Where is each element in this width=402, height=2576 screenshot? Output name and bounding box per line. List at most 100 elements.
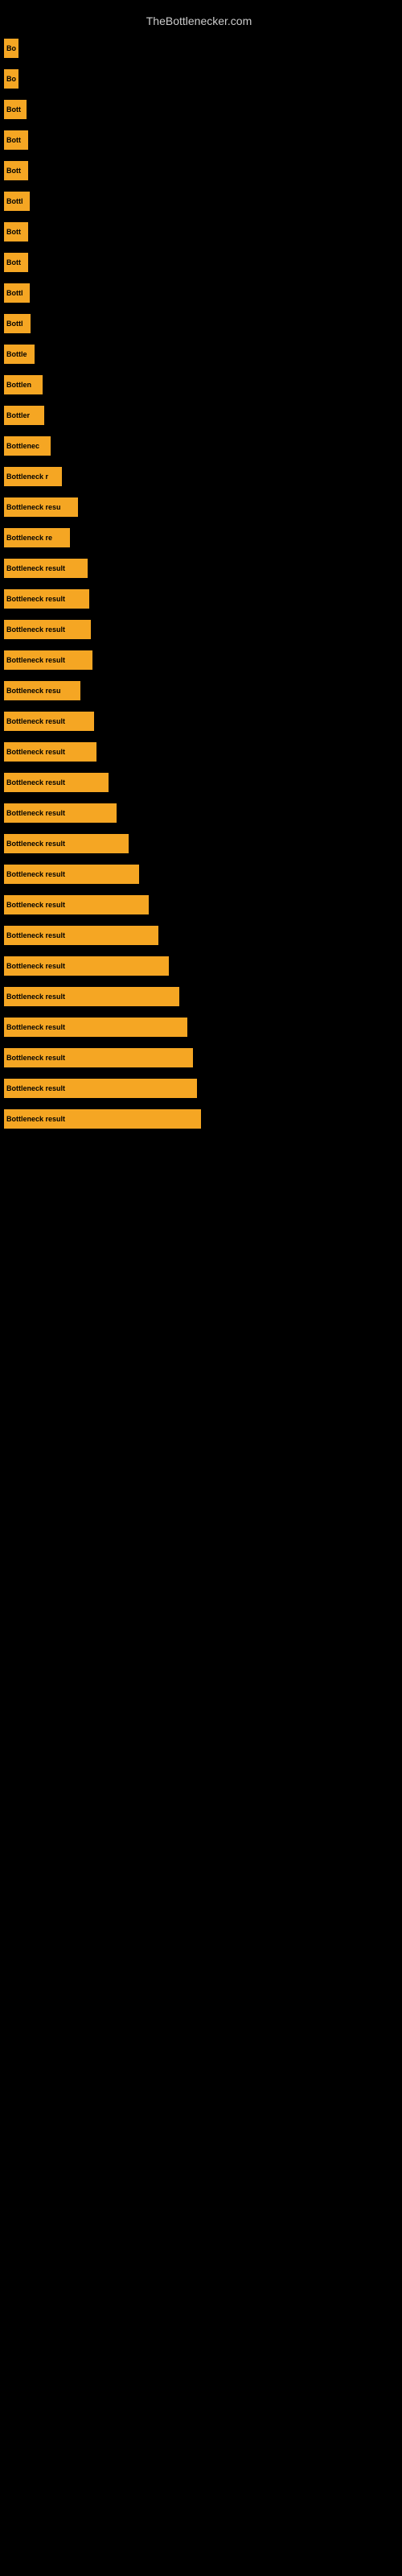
bar-label: Bottleneck result: [6, 1115, 65, 1123]
bar: Bottleneck result: [4, 987, 179, 1006]
bar-row: Bott: [4, 219, 394, 245]
bar-label: Bottleneck result: [6, 931, 65, 939]
bar-label: Bottlen: [6, 381, 31, 389]
bar-row: Bottleneck result: [4, 923, 394, 948]
bar-label: Bo: [6, 75, 16, 83]
bar: Bo: [4, 69, 18, 89]
bar: Bottl: [4, 283, 30, 303]
bar-row: Bottleneck result: [4, 1106, 394, 1132]
bars-container: Bo Bo Bott Bott Bott Bottl Bott Bott Bottl Bottl B…: [4, 35, 394, 1132]
bar-row: Bott: [4, 250, 394, 275]
bar-row: Bottlenec: [4, 433, 394, 459]
bar-row: Bottleneck resu: [4, 678, 394, 704]
bar-row: Bottlen: [4, 372, 394, 398]
bar: Bottlen: [4, 375, 43, 394]
bar: Bottl: [4, 314, 31, 333]
bar-row: Bottleneck result: [4, 770, 394, 795]
bar-row: Bottl: [4, 311, 394, 336]
bar: Bottleneck r: [4, 467, 62, 486]
bar: Bo: [4, 39, 18, 58]
bar-row: Bottler: [4, 402, 394, 428]
bar-label: Bottleneck result: [6, 656, 65, 664]
bar: Bottleneck result: [4, 742, 96, 762]
bar-label: Bottlenec: [6, 442, 39, 450]
bar-row: Bottleneck r: [4, 464, 394, 489]
bar-label: Bottleneck result: [6, 962, 65, 970]
bar-row: Bottleneck result: [4, 617, 394, 642]
bar: Bottleneck re: [4, 528, 70, 547]
bar-label: Bottleneck result: [6, 1084, 65, 1092]
bar: Bottl: [4, 192, 30, 211]
bar-row: Bo: [4, 35, 394, 61]
bar-row: Bottleneck result: [4, 984, 394, 1009]
bar-label: Bottle: [6, 350, 27, 358]
page-title: TheBottlenecker.com: [4, 8, 394, 31]
bar-label: Bottleneck result: [6, 564, 65, 572]
bar: Bottleneck result: [4, 926, 158, 945]
bar: Bottleneck result: [4, 865, 139, 884]
bar-row: Bottleneck resu: [4, 494, 394, 520]
bar: Bottleneck result: [4, 834, 129, 853]
bar-label: Bottleneck result: [6, 625, 65, 634]
bar-label: Bottleneck result: [6, 778, 65, 786]
bar-row: Bottleneck result: [4, 831, 394, 857]
bar: Bottleneck result: [4, 773, 109, 792]
bar-row: Bottleneck result: [4, 1075, 394, 1101]
bar-label: Bottleneck result: [6, 993, 65, 1001]
bar: Bottleneck result: [4, 1109, 201, 1129]
bar-row: Bott: [4, 127, 394, 153]
bar-row: Bottle: [4, 341, 394, 367]
bar-label: Bottleneck resu: [6, 503, 61, 511]
bar-label: Bottleneck result: [6, 840, 65, 848]
bar-row: Bottleneck result: [4, 555, 394, 581]
bar-row: Bottleneck result: [4, 708, 394, 734]
bar-label: Bottleneck re: [6, 534, 52, 542]
bar-label: Bottl: [6, 197, 23, 205]
chart-container: TheBottlenecker.com Bo Bo Bott Bott Bott Bott…: [0, 0, 402, 1145]
bar-row: Bottleneck result: [4, 647, 394, 673]
bar-row: Bott: [4, 158, 394, 184]
bar-row: Bott: [4, 97, 394, 122]
bar: Bott: [4, 253, 28, 272]
bar-row: Bottleneck result: [4, 1045, 394, 1071]
bar: Bottleneck result: [4, 803, 117, 823]
bar-row: Bottleneck result: [4, 953, 394, 979]
bar: Bott: [4, 100, 27, 119]
bar: Bott: [4, 222, 28, 242]
bar-label: Bottl: [6, 320, 23, 328]
bar-label: Bottleneck result: [6, 809, 65, 817]
bar: Bottler: [4, 406, 44, 425]
bar-label: Bottler: [6, 411, 30, 419]
bar-label: Bottleneck result: [6, 595, 65, 603]
bar-label: Bott: [6, 258, 21, 266]
bar: Bott: [4, 130, 28, 150]
bar: Bottleneck result: [4, 712, 94, 731]
bar: Bottlenec: [4, 436, 51, 456]
bar: Bottle: [4, 345, 35, 364]
bar-label: Bo: [6, 44, 16, 52]
bar: Bottleneck result: [4, 559, 88, 578]
bar-label: Bottleneck result: [6, 901, 65, 909]
bar-row: Bottleneck result: [4, 800, 394, 826]
bar-label: Bott: [6, 228, 21, 236]
bar-label: Bottleneck result: [6, 870, 65, 878]
bar-label: Bottleneck r: [6, 473, 48, 481]
bar: Bottleneck result: [4, 650, 92, 670]
bar-row: Bottl: [4, 280, 394, 306]
bar: Bottleneck resu: [4, 497, 78, 517]
bar-row: Bottleneck re: [4, 525, 394, 551]
bar-row: Bottleneck result: [4, 861, 394, 887]
bar-label: Bott: [6, 136, 21, 144]
bar-label: Bottl: [6, 289, 23, 297]
bar-label: Bottleneck resu: [6, 687, 61, 695]
bar-label: Bottleneck result: [6, 1054, 65, 1062]
bar: Bottleneck result: [4, 956, 169, 976]
bar-label: Bottleneck result: [6, 1023, 65, 1031]
bar: Bottleneck resu: [4, 681, 80, 700]
bar-label: Bott: [6, 105, 21, 114]
bar: Bottleneck result: [4, 1079, 197, 1098]
bar-label: Bottleneck result: [6, 748, 65, 756]
bar-row: Bottleneck result: [4, 586, 394, 612]
bar-row: Bottleneck result: [4, 1014, 394, 1040]
bar: Bottleneck result: [4, 1048, 193, 1067]
